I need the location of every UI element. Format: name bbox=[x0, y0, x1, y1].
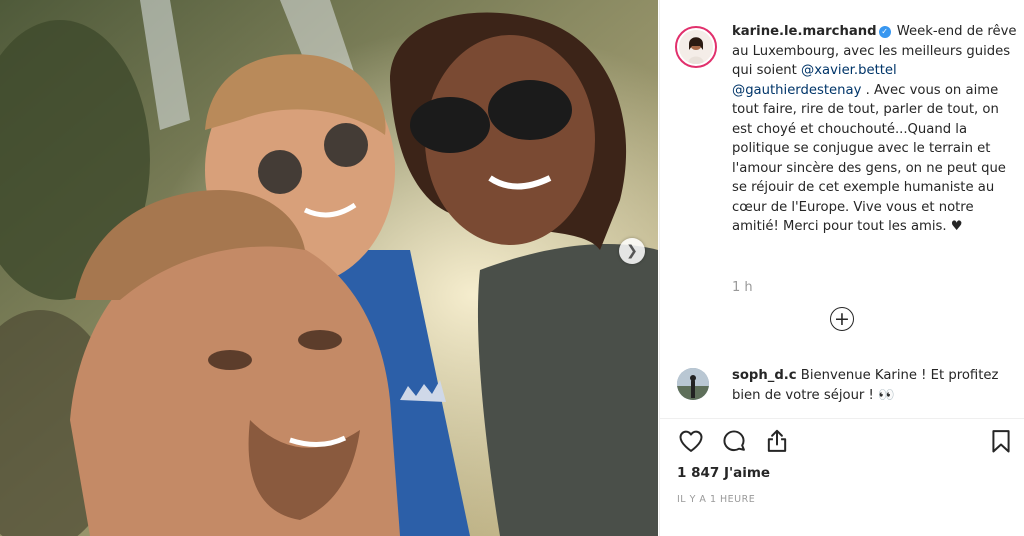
author-avatar[interactable] bbox=[675, 26, 717, 68]
caption-timestamp: 1 h bbox=[732, 280, 753, 295]
divider bbox=[660, 418, 1024, 419]
chevron-right-icon: ❯ bbox=[626, 243, 638, 259]
share-icon bbox=[767, 429, 787, 452]
author-avatar-image bbox=[679, 30, 713, 64]
carousel-next-button[interactable]: ❯ bbox=[619, 238, 645, 264]
like-button[interactable] bbox=[677, 427, 707, 457]
commenter-avatar[interactable] bbox=[677, 368, 709, 400]
commenter-username[interactable]: soph_d.c bbox=[732, 368, 797, 383]
selfie-photo-illustration bbox=[0, 0, 658, 536]
caption-end: . Avec vous on aime tout faire, rire de … bbox=[732, 82, 1006, 235]
comment-button[interactable] bbox=[720, 427, 750, 457]
mention-link-1[interactable]: @xavier.bettel bbox=[801, 63, 897, 78]
action-bar bbox=[675, 427, 1015, 459]
post-side-panel: karine.le.marchand ✓ Week-end de rêve au … bbox=[659, 0, 1024, 536]
caption-text: karine.le.marchand ✓ Week-end de rêve au … bbox=[732, 22, 1017, 237]
post-age: IL Y A 1 HEURE bbox=[677, 494, 756, 505]
comment-bubble-icon bbox=[723, 430, 745, 452]
post-photo[interactable]: ❯ bbox=[0, 0, 658, 536]
share-button[interactable] bbox=[763, 427, 793, 457]
like-count[interactable]: 1 847 J'aime bbox=[677, 465, 770, 481]
heart-icon bbox=[679, 430, 703, 452]
load-more-comments-button[interactable]: + bbox=[830, 307, 854, 331]
mention-link-2[interactable]: @gauthierdestenay bbox=[732, 83, 861, 98]
comment-text: soph_d.c Bienvenue Karine ! Et profitez … bbox=[732, 366, 1012, 405]
bookmark-icon bbox=[992, 430, 1010, 453]
verified-badge-icon: ✓ bbox=[878, 26, 891, 38]
plus-circle-icon: + bbox=[834, 307, 850, 330]
save-button[interactable] bbox=[987, 427, 1017, 457]
author-username[interactable]: karine.le.marchand bbox=[732, 24, 877, 39]
